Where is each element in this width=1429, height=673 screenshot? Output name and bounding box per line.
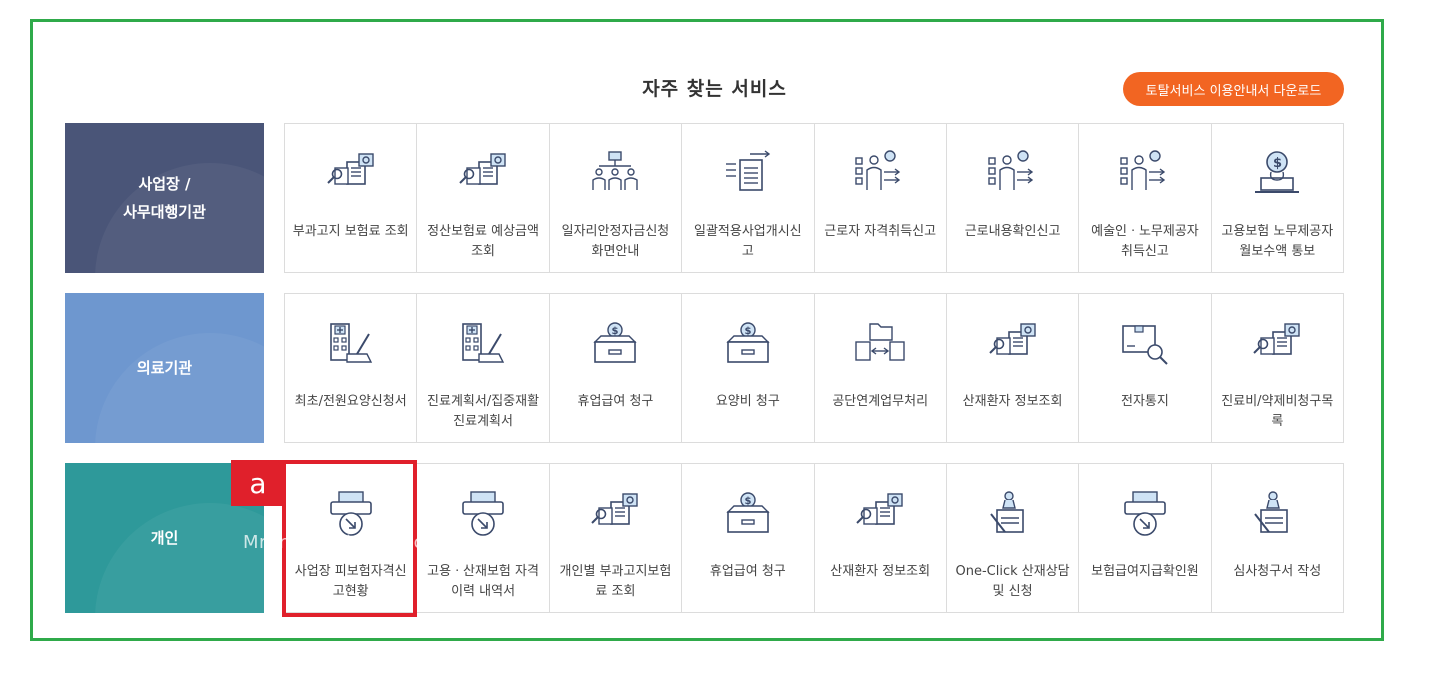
service-item[interactable]: 일자리안정자금신청화면안내 — [550, 124, 683, 272]
folder-exchange-icon — [855, 323, 905, 361]
category-label-line: 의료기관 — [136, 359, 193, 377]
service-item[interactable]: 진료계획서/집중재활진료계획서 — [417, 294, 550, 442]
guide-download-button[interactable]: 토탈서비스 이용안내서 다운로드 — [1123, 72, 1344, 106]
document-search-icon — [326, 153, 374, 185]
printer-arrow-icon — [462, 491, 504, 536]
money-laptop-icon: $ — [1255, 151, 1300, 193]
service-item-label: 개인별 부과고지보험료 조회 — [559, 564, 672, 599]
coin-box-icon: $ — [726, 492, 770, 533]
service-item-label: 진료비/약제비청구목록 — [1221, 394, 1334, 429]
service-item[interactable]: 진료비/약제비청구목록 — [1212, 294, 1343, 442]
hospital-pen-icon — [329, 323, 372, 363]
service-item-label: 예술인ㆍ노무제공자 취득신고 — [1091, 224, 1199, 259]
service-item-label: 산재환자 정보조회 — [962, 394, 1063, 409]
service-item-label: 고용보험 노무제공자 월보수액 통보 — [1221, 224, 1334, 259]
category-label-line: 사업장 / — [138, 175, 191, 193]
printer-arrow-icon — [1124, 491, 1166, 536]
document-search-icon — [856, 493, 903, 525]
service-item[interactable]: 근로내용확인신고 — [947, 124, 1080, 272]
service-item[interactable]: 보험급여지급확인원 — [1079, 464, 1212, 612]
service-item-label: 부과고지 보험료 조회 — [292, 224, 409, 239]
coin-box-icon: $ — [726, 322, 770, 363]
category-label-line: 개인 — [150, 529, 179, 547]
watermark: Mrunom2.tistory.com — [243, 532, 444, 553]
service-item[interactable]: 개인별 부과고지보험료 조회 — [550, 464, 683, 612]
service-item-label: 근로자 자격취득신고 — [824, 224, 937, 239]
org-chart-icon — [592, 151, 639, 190]
service-item-label: 요양비 청구 — [715, 394, 780, 409]
service-item-label: 산재환자 정보조회 — [830, 564, 931, 579]
person-checklist-icon — [855, 150, 901, 190]
person-checklist-icon — [1120, 150, 1166, 190]
service-item[interactable]: 근로자 자격취득신고 — [815, 124, 947, 272]
category-label: 사업장 / 사무대행기관 — [65, 123, 264, 273]
service-grid: 최초/전원요양신청서 진료계획서/집중재활진료계획서 $ 휴업급여 청구 $ 요… — [284, 293, 1344, 443]
service-item[interactable]: 산재환자 정보조회 — [947, 294, 1080, 442]
service-item-label: 공단연계업무처리 — [832, 394, 929, 409]
service-item-label: 전자통지 — [1121, 394, 1169, 409]
service-item-label: One-Click 산재상담 및 신청 — [955, 564, 1070, 599]
service-item-label: 정산보험료 예상금액 조회 — [427, 224, 539, 259]
service-item[interactable]: $ 고용보험 노무제공자 월보수액 통보 — [1212, 124, 1343, 272]
service-item-label: 일괄적용사업개시신고 — [693, 224, 802, 259]
service-item-label: 최초/전원요양신청서 — [294, 394, 407, 409]
service-item[interactable]: 부과고지 보험료 조회 — [285, 124, 418, 272]
hospital-pen-icon — [462, 323, 505, 363]
annotation-marker: a — [231, 460, 285, 506]
service-item-label: 심사청구서 작성 — [1233, 564, 1322, 579]
svg-text:$: $ — [1273, 156, 1282, 171]
service-item[interactable]: 정산보험료 예상금액 조회 — [417, 124, 550, 272]
service-item[interactable]: 예술인ㆍ노무제공자 취득신고 — [1079, 124, 1212, 272]
document-search-icon — [1253, 323, 1301, 355]
service-item-label: 보험급여지급확인원 — [1091, 564, 1199, 579]
service-item-label: 고용ㆍ산재보험 자격 이력 내역서 — [427, 564, 539, 599]
service-item[interactable]: 산재환자 정보조회 — [815, 464, 947, 612]
service-item[interactable]: One-Click 산재상담 및 신청 — [947, 464, 1080, 612]
service-item-label: 휴업급여 청구 — [709, 564, 786, 579]
service-item-label: 휴업급여 청구 — [577, 394, 654, 409]
service-item-label: 근로내용확인신고 — [964, 224, 1061, 239]
service-item[interactable]: 일괄적용사업개시신고 — [682, 124, 815, 272]
stamp-document-icon — [989, 491, 1024, 533]
service-item[interactable]: $ 휴업급여 청구 — [682, 464, 815, 612]
service-item-label: 진료계획서/집중재활진료계획서 — [427, 394, 540, 429]
category-label-line: 사무대행기관 — [123, 203, 206, 221]
service-item[interactable]: 전자통지 — [1079, 294, 1212, 442]
parcel-search-icon — [1122, 325, 1168, 365]
stamp-document-icon — [1254, 491, 1289, 533]
service-item[interactable]: 공단연계업무처리 — [815, 294, 947, 442]
service-item-label: 일자리안정자금신청화면안내 — [561, 224, 670, 259]
service-item[interactable]: 최초/전원요양신청서 — [285, 294, 418, 442]
document-arrows-icon — [725, 150, 770, 191]
person-checklist-icon — [987, 150, 1033, 190]
service-grid: 부과고지 보험료 조회 정산보험료 예상금액 조회 일자리안정자금신청화면안내 … — [284, 123, 1344, 273]
document-search-icon — [988, 323, 1036, 355]
document-search-icon — [591, 493, 639, 525]
service-item[interactable]: $ 휴업급여 청구 — [550, 294, 683, 442]
category-label: 의료기관 — [65, 293, 264, 443]
service-item[interactable]: 심사청구서 작성 — [1212, 464, 1343, 612]
coin-box-icon: $ — [593, 322, 638, 363]
service-item[interactable]: $ 요양비 청구 — [682, 294, 815, 442]
document-search-icon — [459, 153, 506, 185]
